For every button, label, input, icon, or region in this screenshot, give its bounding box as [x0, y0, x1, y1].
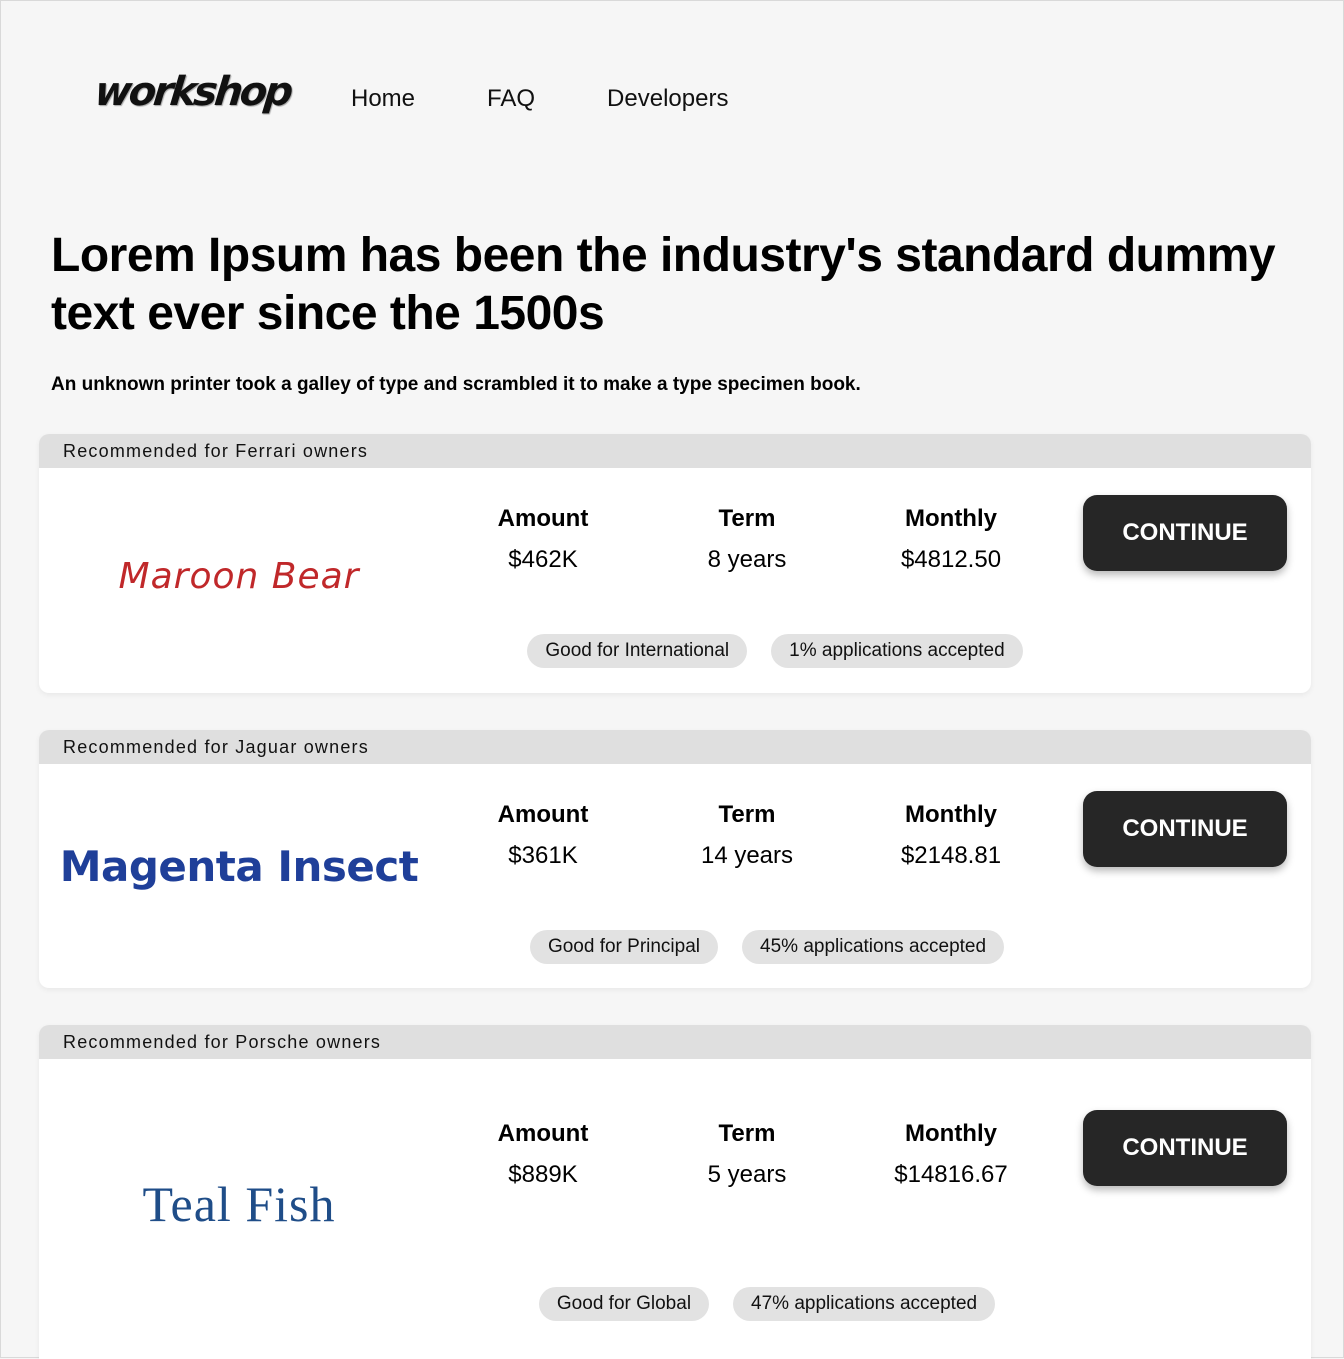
card-tags: Good for Global 47% applications accepte…	[39, 1287, 1311, 1321]
acceptance-badge: 1% applications accepted	[771, 634, 1023, 668]
amount-label: Amount	[497, 801, 589, 828]
acceptance-badge: 45% applications accepted	[742, 930, 1005, 964]
workshop-logo[interactable]: workshop	[93, 69, 293, 115]
amount-value: $889K	[508, 1161, 578, 1188]
brand-logo-teal-fish: Teal Fish	[142, 1176, 336, 1232]
monthly-stat: Monthly $2148.81	[851, 800, 1051, 870]
monthly-value: $4812.50	[900, 546, 1002, 573]
continue-button[interactable]: CONTINUE	[1083, 791, 1287, 867]
term-value: 8 years	[707, 546, 787, 573]
page-title: Lorem Ipsum has been the industry's stan…	[51, 229, 1276, 340]
card-header: Recommended for Porsche owners	[39, 1025, 1311, 1059]
term-label: Term	[718, 801, 776, 828]
amount-stat: Amount $889K	[443, 1119, 643, 1189]
monthly-label: Monthly	[905, 801, 997, 828]
offer-card-jaguar: Recommended for Jaguar owners Magenta In…	[39, 730, 1311, 988]
tag-badge: Good for Principal	[529, 930, 719, 964]
page-subtitle: An unknown printer took a galley of type…	[51, 374, 861, 395]
card-header: Recommended for Jaguar owners	[39, 730, 1311, 764]
term-stat: Term 5 years	[647, 1119, 847, 1189]
term-value: 14 years	[700, 842, 794, 869]
nav-home-link[interactable]: Home	[351, 85, 415, 113]
acceptance-badge: 47% applications accepted	[733, 1287, 996, 1321]
term-label: Term	[718, 1120, 776, 1147]
monthly-value: $2148.81	[900, 842, 1002, 869]
continue-button[interactable]: CONTINUE	[1083, 1110, 1287, 1186]
amount-value: $462K	[508, 546, 578, 573]
offer-card-ferrari: Recommended for Ferrari owners Maroon Be…	[39, 434, 1311, 693]
amount-stat: Amount $462K	[443, 504, 643, 574]
brand-logo-maroon-bear: Maroon Bear	[118, 556, 360, 597]
tag-badge: Good for International	[527, 634, 748, 668]
amount-label: Amount	[497, 505, 589, 532]
term-value: 5 years	[707, 1161, 787, 1188]
monthly-label: Monthly	[905, 505, 997, 532]
offer-card-porsche: Recommended for Porsche owners Teal Fish…	[39, 1025, 1311, 1359]
tag-badge: Good for Global	[538, 1287, 710, 1321]
brand-logo-magenta-insect: Magenta Insect	[59, 842, 419, 891]
card-tags: Good for International 1% applications a…	[39, 634, 1311, 668]
monthly-value: $14816.67	[894, 1161, 1008, 1188]
term-stat: Term 14 years	[647, 800, 847, 870]
main-nav: Home FAQ Developers	[351, 85, 800, 113]
monthly-label: Monthly	[905, 1120, 997, 1147]
nav-developers-link[interactable]: Developers	[607, 85, 728, 113]
term-label: Term	[718, 505, 776, 532]
nav-faq-link[interactable]: FAQ	[487, 85, 535, 113]
amount-value: $361K	[508, 842, 578, 869]
monthly-stat: Monthly $14816.67	[851, 1119, 1051, 1189]
term-stat: Term 8 years	[647, 504, 847, 574]
amount-stat: Amount $361K	[443, 800, 643, 870]
card-header: Recommended for Ferrari owners	[39, 434, 1311, 468]
amount-label: Amount	[497, 1120, 589, 1147]
card-tags: Good for Principal 45% applications acce…	[39, 930, 1311, 964]
continue-button[interactable]: CONTINUE	[1083, 495, 1287, 571]
monthly-stat: Monthly $4812.50	[851, 504, 1051, 574]
